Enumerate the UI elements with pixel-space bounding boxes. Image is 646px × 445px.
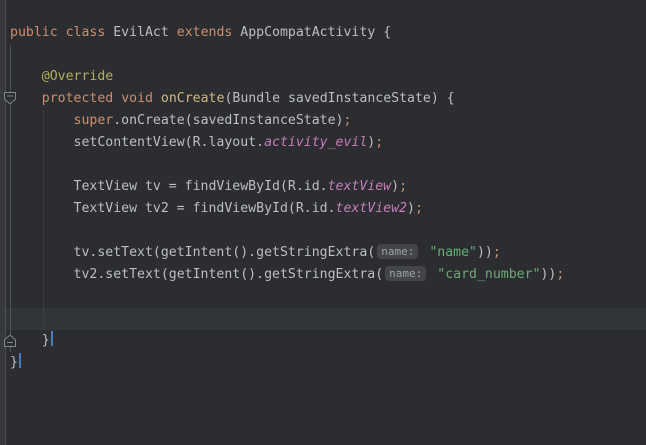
parameter-name-inlay-hint: name: xyxy=(377,244,418,259)
code-segment: tv.setText(getIntent().getStringExtra( xyxy=(10,245,375,260)
code-segment: TextView tv2 = findViewById(R.id. xyxy=(10,201,336,216)
code-segment: super xyxy=(74,113,114,128)
code-line[interactable]: tv2.setText(getIntent().getStringExtra(n… xyxy=(10,264,646,286)
code-line[interactable]: protected void onCreate(Bundle savedInst… xyxy=(10,88,646,110)
code-segment: extends xyxy=(177,25,233,40)
code-line[interactable]: } xyxy=(10,330,646,352)
code-segment: "card_number" xyxy=(437,267,540,282)
code-segment: textView xyxy=(328,179,392,194)
code-segment: TextView tv = findViewById(R.id. xyxy=(10,179,328,194)
code-segment xyxy=(10,91,42,106)
code-line[interactable] xyxy=(10,308,646,330)
code-segment: setContentView(R.layout. xyxy=(10,135,264,150)
code-segment: )) xyxy=(540,267,556,282)
code-segment: )) xyxy=(477,245,493,260)
code-segment xyxy=(153,91,161,106)
code-segment: textView2 xyxy=(336,201,407,216)
code-segment xyxy=(10,113,74,128)
code-segment: @Override xyxy=(42,69,113,84)
text-caret xyxy=(19,353,21,368)
code-line[interactable]: TextView tv = findViewById(R.id.textView… xyxy=(10,176,646,198)
code-segment: ; xyxy=(343,113,351,128)
code-line[interactable]: super.onCreate(savedInstanceState); xyxy=(10,110,646,132)
code-lines: public class EvilAct extends AppCompatAc… xyxy=(0,22,646,374)
code-segment: .onCreate(savedInstanceState) xyxy=(113,113,343,128)
code-segment xyxy=(10,69,42,84)
code-line[interactable]: TextView tv2 = findViewById(R.id.textVie… xyxy=(10,198,646,220)
code-line[interactable] xyxy=(10,44,646,66)
code-segment: activity_evil xyxy=(264,135,367,150)
code-segment: (Bundle savedInstanceState) { xyxy=(224,91,454,106)
code-segment: ) xyxy=(391,179,399,194)
code-segment: class xyxy=(66,25,106,40)
code-editor[interactable]: public class EvilAct extends AppCompatAc… xyxy=(0,0,646,445)
code-segment: ; xyxy=(375,135,383,150)
code-segment: ; xyxy=(556,267,564,282)
code-segment: onCreate xyxy=(161,91,225,106)
code-segment: tv2.setText(getIntent().getStringExtra( xyxy=(10,267,383,282)
code-segment: AppCompatActivity { xyxy=(232,25,391,40)
code-segment: "name" xyxy=(429,245,477,260)
code-segment: ; xyxy=(415,201,423,216)
code-line[interactable] xyxy=(10,286,646,308)
code-segment xyxy=(113,91,121,106)
code-line[interactable]: setContentView(R.layout.activity_evil); xyxy=(10,132,646,154)
code-line[interactable] xyxy=(10,220,646,242)
code-segment: public xyxy=(10,25,58,40)
code-segment: protected xyxy=(42,91,113,106)
code-segment: ; xyxy=(493,245,501,260)
text-caret xyxy=(51,331,53,346)
code-segment xyxy=(58,25,66,40)
code-line[interactable]: @Override xyxy=(10,66,646,88)
code-line[interactable]: public class EvilAct extends AppCompatAc… xyxy=(10,22,646,44)
code-segment: ) xyxy=(407,201,415,216)
parameter-name-inlay-hint: name: xyxy=(385,266,426,281)
code-segment: void xyxy=(121,91,153,106)
code-line[interactable]: } xyxy=(10,352,646,374)
code-segment: } xyxy=(10,333,50,348)
code-line[interactable]: tv.setText(getIntent().getStringExtra(na… xyxy=(10,242,646,264)
code-segment: } xyxy=(10,355,18,370)
code-segment: EvilAct xyxy=(105,25,176,40)
code-line[interactable] xyxy=(10,154,646,176)
code-segment: ; xyxy=(399,179,407,194)
